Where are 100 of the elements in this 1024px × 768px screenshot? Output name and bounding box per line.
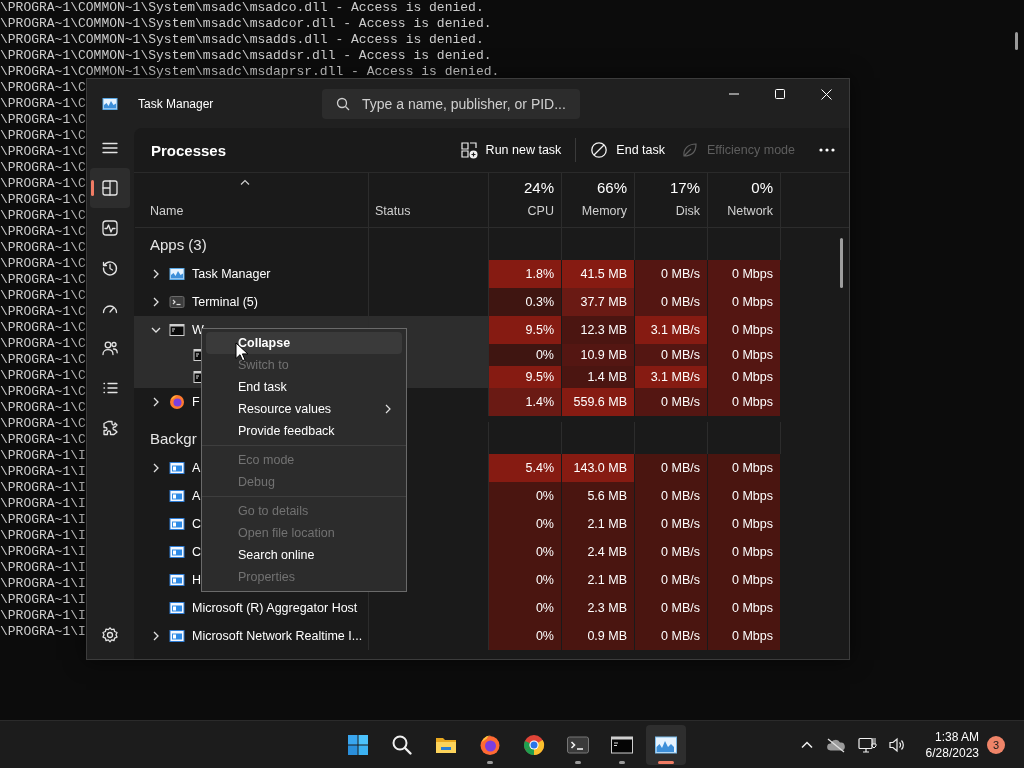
table-cell: 10.9 MB <box>562 344 635 366</box>
page-title: Processes <box>151 141 227 159</box>
process-row[interactable]: Microsoft Network Realtime I... 0% 0.9 MB 0 MB/s 0 Mbps <box>134 622 781 650</box>
group-header: Backgr <box>150 429 197 447</box>
process-name: Microsoft Network Realtime I... <box>192 629 363 643</box>
table-cell: 0 MB/s <box>635 566 708 594</box>
notification-badge[interactable]: 3 <box>987 735 1005 754</box>
table-cell: 0 MB/s <box>635 388 708 416</box>
end-task-button[interactable]: End task <box>582 134 673 166</box>
search-field[interactable]: Type a name, publisher, or PID... <box>322 88 580 119</box>
console-line: \PROGRA~1\C <box>0 288 86 304</box>
table-cell: 3.1 MB/s <box>635 316 708 344</box>
console-line: \PROGRA~1\C <box>0 128 86 144</box>
table-cell: 0% <box>489 510 562 538</box>
browser-icon <box>169 394 185 410</box>
console-line: \PROGRA~1\C <box>0 272 86 288</box>
column-header[interactable]: Name <box>150 204 184 218</box>
process-name: H <box>192 573 202 587</box>
menu-item[interactable]: Collapse <box>206 332 402 354</box>
console-line: \PROGRA~1\C <box>0 240 86 256</box>
console-line: \PROGRA~1\C <box>0 256 86 272</box>
settings-icon <box>100 625 120 645</box>
console-line: \PROGRA~1\C <box>0 192 86 208</box>
console-line: \PROGRA~1\C <box>0 368 86 384</box>
console-line: \PROGRA~1\C <box>0 400 86 416</box>
process-row[interactable]: Microsoft (R) Aggregator Host 0% 2.3 MB 0 MB/s 0 Mbps <box>134 594 781 622</box>
console-line: \PROGRA~1\I <box>0 560 86 576</box>
cloud-off-icon[interactable] <box>824 736 847 753</box>
table-cell: 0 MB/s <box>635 482 708 510</box>
table-cell: 12.3 MB <box>562 316 635 344</box>
menu-item[interactable]: Search online <box>206 544 402 566</box>
console-line: \PROGRA~1\I <box>0 448 86 464</box>
console-line: \PROGRA~1\I <box>0 496 86 512</box>
process-row[interactable]: Task Manager 1.8% 41.5 MB 0 MB/s 0 Mbps <box>134 260 781 288</box>
console-line: \PROGRA~1\C <box>0 432 86 448</box>
nav-button[interactable] <box>90 168 130 208</box>
console-line: \PROGRA~1\C <box>0 336 86 352</box>
clock-time[interactable]: 1:38 AM <box>934 728 979 745</box>
firefox-icon <box>478 732 502 757</box>
table-cell: 0 MB/s <box>635 454 708 482</box>
taskbar-button[interactable] <box>646 724 686 765</box>
chart-icon <box>102 95 118 112</box>
usage-percent: 66% <box>596 179 627 196</box>
console-line: \PROGRA~1\COMMON~1\System\msadc\msadco.dll - Access is denied. <box>0 0 484 16</box>
table-cell: 1.4% <box>489 388 562 416</box>
table-cell: 0% <box>489 594 562 622</box>
console-line: \PROGRA~1\C <box>0 144 86 160</box>
console-line: \PROGRA~1\I <box>0 624 86 640</box>
puzzle-icon <box>100 418 120 438</box>
terminal-icon <box>169 294 185 310</box>
console-line: \PROGRA~1\I <box>0 608 86 624</box>
table-cell: 0 Mbps <box>708 388 781 416</box>
menu-item[interactable]: Provide feedback <box>206 420 402 442</box>
process-name: Terminal (5) <box>192 295 258 309</box>
table-cell: 0 MB/s <box>635 288 708 316</box>
table-cell: 2.1 MB <box>562 566 635 594</box>
console-line: \PROGRA~1\I <box>0 464 86 480</box>
clock-date[interactable]: 6/28/2023 <box>925 744 979 761</box>
table-cell: 0 Mbps <box>708 482 781 510</box>
table-cell: 5.6 MB <box>562 482 635 510</box>
search-icon <box>336 96 350 111</box>
table-cell: 41.5 MB <box>562 260 635 288</box>
column-header[interactable]: Memory <box>581 204 627 218</box>
table-cell: 0 Mbps <box>708 622 781 650</box>
console-line: \PROGRA~1\C <box>0 160 86 176</box>
console-line: \PROGRA~1\C <box>0 416 86 432</box>
close-icon <box>820 88 832 100</box>
column-header[interactable]: Status <box>375 204 411 218</box>
leaf-icon <box>681 141 699 159</box>
table-cell: 0 Mbps <box>708 344 781 366</box>
app-window-icon <box>169 600 185 616</box>
table-cell: 0 Mbps <box>708 594 781 622</box>
group-header: Apps (3) <box>150 235 207 253</box>
console-line: \PROGRA~1\COMMON~1\System\msadc\msdaprsr.dll - Access is denied. <box>0 64 500 80</box>
console-line: \PROGRA~1\I <box>0 592 86 608</box>
scrollbar-thumb <box>1015 32 1018 50</box>
column-header[interactable]: CPU <box>527 204 554 218</box>
table-cell: 3.1 MB/s <box>635 366 708 388</box>
console-line: \PROGRA~1\C <box>0 208 86 224</box>
table-cell: 0 MB/s <box>635 510 708 538</box>
process-name: A <box>192 489 201 503</box>
usage-percent: 0% <box>751 179 773 196</box>
table-cell: 0 Mbps <box>708 316 781 344</box>
console-line: \PROGRA~1\COMMON~1\System\msadc\msadds.dll - Access is denied. <box>0 32 484 48</box>
process-name: F <box>192 395 200 409</box>
table-cell: 0 MB/s <box>635 538 708 566</box>
console-line: \PROGRA~1\I <box>0 544 86 560</box>
table-cell: 0 MB/s <box>635 622 708 650</box>
prohibited-icon <box>590 141 609 159</box>
process-row[interactable]: Terminal (5) 0.3% 37.7 MB 0 MB/s 0 Mbps <box>134 288 781 316</box>
window-title: Task Manager <box>138 96 215 111</box>
run-new-task-button[interactable]: Run new task <box>451 134 570 166</box>
table-cell: 0.3% <box>489 288 562 316</box>
history-icon <box>100 258 120 278</box>
console-line: \PROGRA~1\I <box>0 480 86 496</box>
column-header[interactable]: Disk <box>675 204 700 218</box>
column-header[interactable]: Network <box>727 204 773 218</box>
app-window-icon <box>169 572 185 588</box>
table-cell: 559.6 MB <box>562 388 635 416</box>
table-cell: 0 Mbps <box>708 566 781 594</box>
